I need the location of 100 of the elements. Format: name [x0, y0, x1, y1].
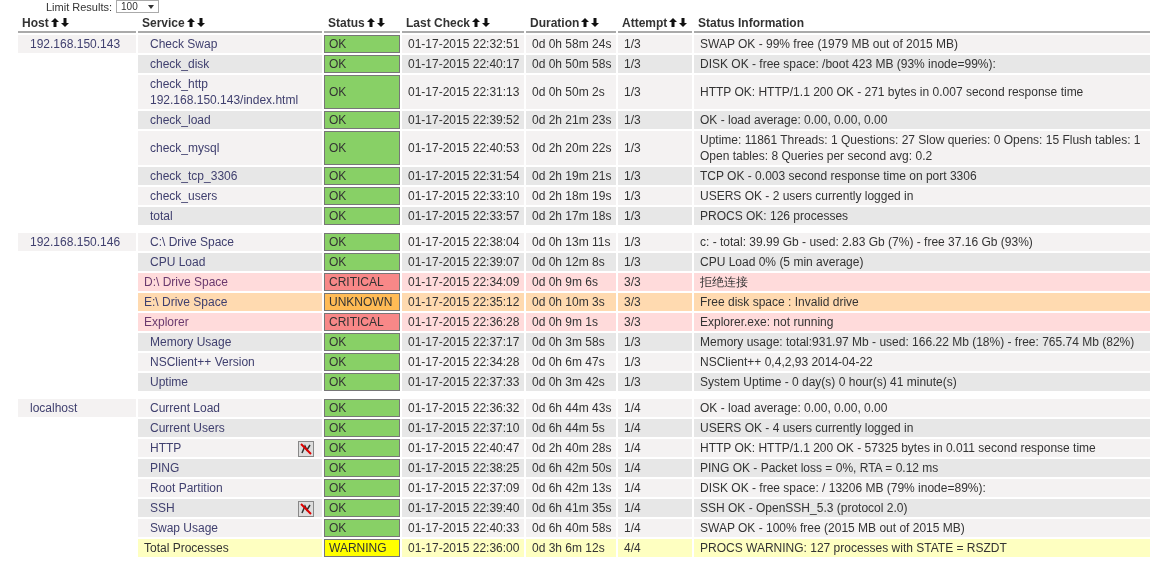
host-link[interactable]: 192.168.150.143	[18, 35, 136, 53]
service-link[interactable]: PING	[150, 460, 180, 476]
last-check-cell: 01-17-2015 22:35:12	[402, 293, 524, 311]
last-check-cell: 01-17-2015 22:37:10	[402, 419, 524, 437]
duration-cell: 0d 6h 42m 50s	[526, 459, 616, 477]
last-check-cell: 01-17-2015 22:33:57	[402, 207, 524, 225]
last-check-cell: 01-17-2015 22:39:52	[402, 111, 524, 129]
attempt-cell: 1/4	[618, 399, 692, 417]
last-check-cell: 01-17-2015 22:37:17	[402, 333, 524, 351]
service-link[interactable]: total	[150, 208, 173, 224]
sort-arrows-icon[interactable]	[472, 18, 492, 28]
status-info-cell: OK - load average: 0.00, 0.00, 0.00	[694, 399, 1150, 417]
attempt-cell: 3/3	[618, 313, 692, 331]
attempt-cell: 1/3	[618, 75, 692, 109]
last-check-cell: 01-17-2015 22:34:28	[402, 353, 524, 371]
sort-arrows-icon[interactable]	[581, 18, 601, 28]
status-badge: OK	[324, 459, 400, 477]
status-badge: OK	[324, 75, 400, 109]
column-header[interactable]: Service	[142, 16, 206, 30]
status-badge: OK	[324, 131, 400, 165]
status-info-cell: Memory usage: total:931.97 Mb - used: 166.22 Mb (18%) - free: 765.74 Mb (82%)	[694, 333, 1150, 351]
last-check-cell: 01-17-2015 22:40:47	[402, 439, 524, 457]
service-link[interactable]: check_mysql	[150, 140, 220, 156]
status-info-cell: PING OK - Packet loss = 0%, RTA = 0.12 ms	[694, 459, 1150, 477]
status-info-cell: TCP OK - 0.003 second response time on port 3306	[694, 167, 1150, 185]
column-header[interactable]: Last Check	[406, 16, 492, 30]
sort-arrows-icon[interactable]	[669, 18, 689, 28]
column-header[interactable]: Duration	[530, 16, 601, 30]
status-badge: OK	[324, 55, 400, 73]
last-check-cell: 01-17-2015 22:39:40	[402, 499, 524, 517]
status-info-cell: HTTP OK: HTTP/1.1 200 OK - 271 bytes in 0.007 second response time	[694, 75, 1150, 109]
status-info-cell: Uptime: 11861 Threads: 1 Questions: 27 Slow queries: 0 Opens: 15 Flush tables: 1 Open tables: 8 Queries per second avg: 0.2	[694, 131, 1150, 165]
column-header[interactable]: Attempt	[622, 16, 689, 30]
column-header: Status Information	[698, 16, 804, 30]
attempt-cell: 1/3	[618, 111, 692, 129]
status-info-cell: CPU Load 0% (5 min average)	[694, 253, 1150, 271]
duration-cell: 0d 3h 6m 12s	[526, 539, 616, 557]
column-header[interactable]: Host	[22, 16, 70, 30]
sort-arrows-icon[interactable]	[186, 18, 206, 28]
duration-cell: 0d 0h 10m 3s	[526, 293, 616, 311]
service-link[interactable]: HTTP	[150, 440, 182, 456]
last-check-cell: 01-17-2015 22:31:13	[402, 75, 524, 109]
status-info-cell: Explorer.exe: not running	[694, 313, 1150, 331]
sort-arrows-icon[interactable]	[366, 18, 386, 28]
host-link[interactable]: localhost	[18, 399, 136, 417]
duration-cell: 0d 0h 50m 2s	[526, 75, 616, 109]
last-check-cell: 01-17-2015 22:31:54	[402, 167, 524, 185]
service-link[interactable]: SSH	[150, 500, 175, 516]
attempt-cell: 1/3	[618, 187, 692, 205]
status-info-cell: DISK OK - free space: / 13206 MB (79% inode=89%):	[694, 479, 1150, 497]
status-info-cell: SSH OK - OpenSSH_5.3 (protocol 2.0)	[694, 499, 1150, 517]
duration-cell: 0d 0h 9m 6s	[526, 273, 616, 291]
attempt-cell: 1/4	[618, 419, 692, 437]
duration-cell: 0d 2h 19m 21s	[526, 167, 616, 185]
duration-cell: 0d 0h 3m 42s	[526, 373, 616, 391]
limit-select[interactable]: 100	[116, 0, 159, 13]
duration-cell: 0d 0h 6m 47s	[526, 353, 616, 371]
status-badge: OK	[324, 253, 400, 271]
last-check-cell: 01-17-2015 22:36:00	[402, 539, 524, 557]
attempt-cell: 1/4	[618, 519, 692, 537]
status-info-cell: DISK OK - free space: /boot 423 MB (93% inode=99%):	[694, 55, 1150, 73]
duration-cell: 0d 2h 20m 22s	[526, 131, 616, 165]
attempt-cell: 1/3	[618, 131, 692, 165]
sort-arrows-icon[interactable]	[50, 18, 70, 28]
duration-cell: 0d 0h 13m 11s	[526, 233, 616, 251]
status-info-cell: USERS OK - 2 users currently logged in	[694, 187, 1150, 205]
last-check-cell: 01-17-2015 22:34:09	[402, 273, 524, 291]
status-info-cell: Free disk space : Invalid drive	[694, 293, 1150, 311]
duration-cell: 0d 0h 3m 58s	[526, 333, 616, 351]
attempt-cell: 4/4	[618, 539, 692, 557]
duration-cell: 0d 0h 9m 1s	[526, 313, 616, 331]
status-badge: CRITICAL	[324, 273, 400, 291]
duration-cell: 0d 6h 42m 13s	[526, 479, 616, 497]
duration-cell: 0d 6h 40m 58s	[526, 519, 616, 537]
duration-cell: 0d 6h 44m 5s	[526, 419, 616, 437]
status-badge: OK	[324, 233, 400, 251]
last-check-cell: 01-17-2015 22:40:33	[402, 519, 524, 537]
attempt-cell: 1/3	[618, 55, 692, 73]
duration-cell: 0d 2h 17m 18s	[526, 207, 616, 225]
attempt-cell: 1/3	[618, 253, 692, 271]
attempt-cell: 1/3	[618, 167, 692, 185]
attempt-cell: 1/4	[618, 459, 692, 477]
status-info-cell: PROCS OK: 126 processes	[694, 207, 1150, 225]
status-info-cell: 拒绝连接	[694, 273, 1150, 291]
service-link[interactable]: Uptime	[150, 374, 188, 390]
status-badge: CRITICAL	[324, 313, 400, 331]
caret-icon	[147, 4, 154, 9]
status-badge: OK	[324, 111, 400, 129]
attempt-cell: 3/3	[618, 273, 692, 291]
status-badge: OK	[324, 399, 400, 417]
host-link[interactable]: 192.168.150.146	[18, 233, 136, 251]
status-info-cell: SWAP OK - 100% free (2015 MB out of 2015 MB)	[694, 519, 1150, 537]
status-badge: OK	[324, 519, 400, 537]
attempt-cell: 1/3	[618, 373, 692, 391]
column-header[interactable]: Status	[328, 16, 386, 30]
attempt-cell: 1/3	[618, 233, 692, 251]
limit-label: Limit Results:	[46, 0, 113, 13]
status-badge: WARNING	[324, 539, 400, 557]
status-badge: OK	[324, 35, 400, 53]
duration-cell: 0d 2h 40m 28s	[526, 439, 616, 457]
